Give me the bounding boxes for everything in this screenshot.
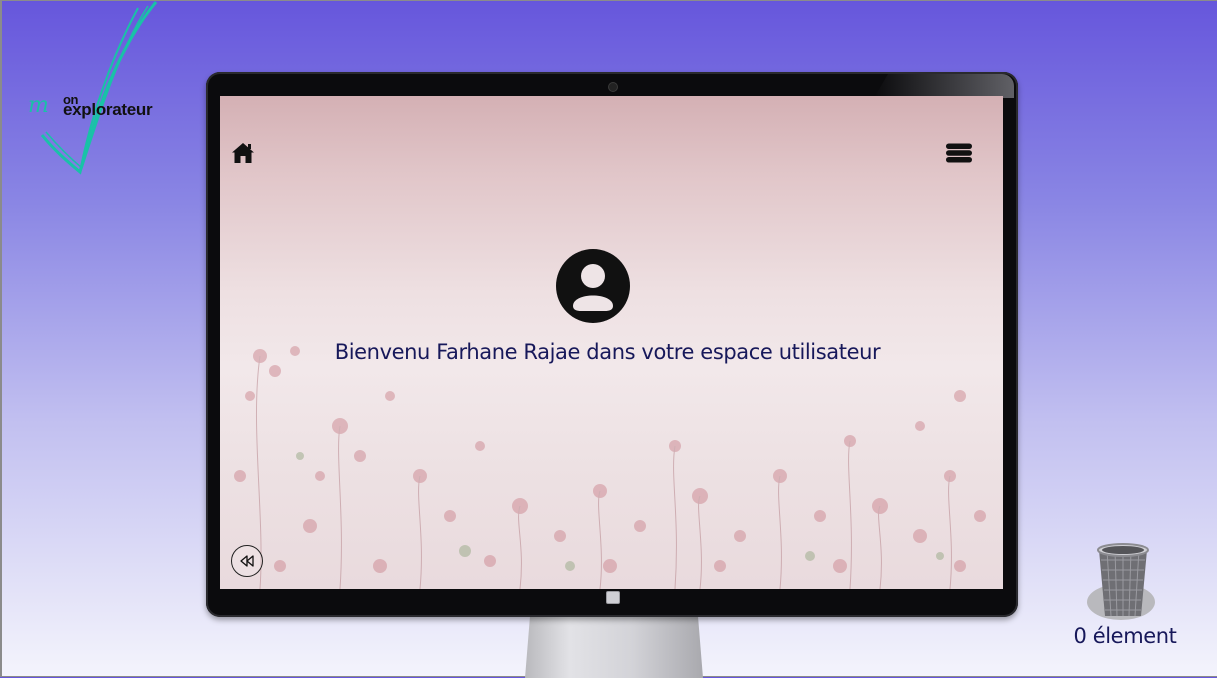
monitor-gloss xyxy=(874,74,1014,98)
home-icon[interactable] xyxy=(231,141,255,165)
app-logo: m on explorateur xyxy=(24,0,164,180)
svg-text:m: m xyxy=(28,93,49,118)
webcam-icon xyxy=(609,83,617,91)
monitor-stand xyxy=(525,612,703,678)
database-menu-icon[interactable] xyxy=(945,143,973,163)
trash-count-label: 0 élement xyxy=(1073,624,1177,648)
power-button[interactable] xyxy=(606,591,620,604)
back-button[interactable] xyxy=(231,545,263,577)
trash-bin-icon[interactable] xyxy=(1085,540,1173,628)
checkmark-logo-icon: m xyxy=(28,1,158,175)
logo-text-explorateur: explorateur xyxy=(63,100,153,119)
user-circle-icon xyxy=(556,249,630,323)
welcome-message: Bienvenu Farhane Rajae dans votre espace… xyxy=(334,340,881,364)
rewind-icon xyxy=(240,555,254,567)
monitor-frame: Bienvenu Farhane Rajae dans votre espace… xyxy=(206,72,1018,617)
